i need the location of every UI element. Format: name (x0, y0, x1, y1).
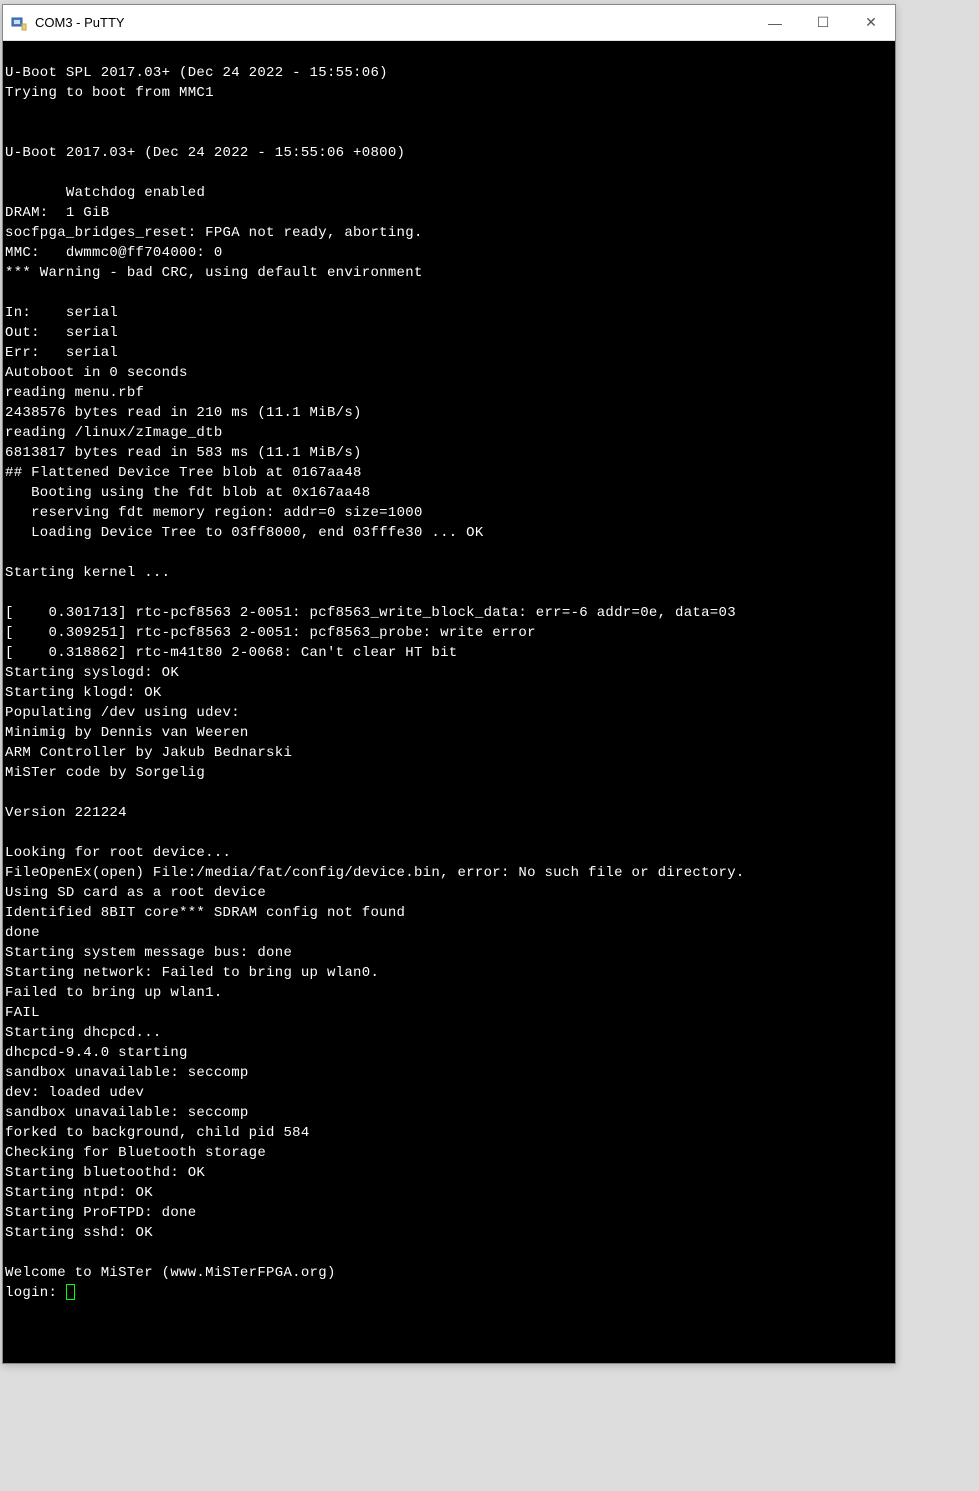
terminal-line: Starting kernel ... (5, 563, 893, 583)
terminal-line (5, 823, 893, 843)
terminal-cursor (66, 1284, 75, 1300)
terminal-line: DRAM: 1 GiB (5, 203, 893, 223)
terminal-line (5, 543, 893, 563)
terminal-line (5, 783, 893, 803)
login-prompt: login: (5, 1285, 66, 1301)
terminal-line: MiSTer code by Sorgelig (5, 763, 893, 783)
terminal-line: *** Warning - bad CRC, using default env… (5, 263, 893, 283)
terminal-line: Minimig by Dennis van Weeren (5, 723, 893, 743)
terminal-line: FileOpenEx(open) File:/media/fat/config/… (5, 863, 893, 883)
terminal-line: 2438576 bytes read in 210 ms (11.1 MiB/s… (5, 403, 893, 423)
terminal-line (5, 43, 893, 63)
terminal-line: [ 0.309251] rtc-pcf8563 2-0051: pcf8563_… (5, 623, 893, 643)
terminal-line: Booting using the fdt blob at 0x167aa48 (5, 483, 893, 503)
terminal-line: Watchdog enabled (5, 183, 893, 203)
terminal-line: FAIL (5, 1003, 893, 1023)
terminal-line: MMC: dwmmc0@ff704000: 0 (5, 243, 893, 263)
terminal-line (5, 103, 893, 123)
terminal-line: reading menu.rbf (5, 383, 893, 403)
terminal-line (5, 283, 893, 303)
terminal-line: done (5, 923, 893, 943)
terminal-line: Starting ntpd: OK (5, 1183, 893, 1203)
minimize-button[interactable]: — (751, 5, 799, 41)
terminal-line: Identified 8BIT core*** SDRAM config not… (5, 903, 893, 923)
putty-window: COM3 - PuTTY — ☐ ✕ U-Boot SPL 2017.03+ (… (2, 4, 896, 1364)
terminal-line: U-Boot 2017.03+ (Dec 24 2022 - 15:55:06 … (5, 143, 893, 163)
terminal-line: reserving fdt memory region: addr=0 size… (5, 503, 893, 523)
maximize-button[interactable]: ☐ (799, 5, 847, 41)
terminal-line (5, 1243, 893, 1263)
terminal-line: Err: serial (5, 343, 893, 363)
terminal-line: ARM Controller by Jakub Bednarski (5, 743, 893, 763)
terminal-line: Autoboot in 0 seconds (5, 363, 893, 383)
terminal-line: sandbox unavailable: seccomp (5, 1103, 893, 1123)
terminal-line: Loading Device Tree to 03ff8000, end 03f… (5, 523, 893, 543)
terminal-line: Starting system message bus: done (5, 943, 893, 963)
terminal-line: Starting dhcpcd... (5, 1023, 893, 1043)
terminal-line: Looking for root device... (5, 843, 893, 863)
terminal-line (5, 123, 893, 143)
terminal-line: Starting syslogd: OK (5, 663, 893, 683)
window-controls: — ☐ ✕ (751, 5, 895, 41)
terminal-line: [ 0.318862] rtc-m41t80 2-0068: Can't cle… (5, 643, 893, 663)
login-prompt-line[interactable]: login: (5, 1283, 893, 1303)
terminal-line: Version 221224 (5, 803, 893, 823)
terminal-line: Failed to bring up wlan1. (5, 983, 893, 1003)
terminal-line: [ 0.301713] rtc-pcf8563 2-0051: pcf8563_… (5, 603, 893, 623)
terminal-line: Populating /dev using udev: (5, 703, 893, 723)
terminal-line: 6813817 bytes read in 583 ms (11.1 MiB/s… (5, 443, 893, 463)
terminal-line: U-Boot SPL 2017.03+ (Dec 24 2022 - 15:55… (5, 63, 893, 83)
terminal-line: Starting ProFTPD: done (5, 1203, 893, 1223)
terminal-line: dev: loaded udev (5, 1083, 893, 1103)
window-title: COM3 - PuTTY (35, 15, 751, 30)
terminal-line (5, 583, 893, 603)
putty-icon (11, 15, 27, 31)
terminal-area[interactable]: U-Boot SPL 2017.03+ (Dec 24 2022 - 15:55… (3, 41, 895, 1363)
terminal-line: sandbox unavailable: seccomp (5, 1063, 893, 1083)
terminal-line: Checking for Bluetooth storage (5, 1143, 893, 1163)
terminal-line: forked to background, child pid 584 (5, 1123, 893, 1143)
titlebar[interactable]: COM3 - PuTTY — ☐ ✕ (3, 5, 895, 41)
terminal-line: Starting klogd: OK (5, 683, 893, 703)
terminal-line: In: serial (5, 303, 893, 323)
terminal-line: Starting network: Failed to bring up wla… (5, 963, 893, 983)
terminal-line: ## Flattened Device Tree blob at 0167aa4… (5, 463, 893, 483)
terminal-line: Starting bluetoothd: OK (5, 1163, 893, 1183)
terminal-line: Using SD card as a root device (5, 883, 893, 903)
terminal-line: dhcpcd-9.4.0 starting (5, 1043, 893, 1063)
terminal-line (5, 163, 893, 183)
terminal-line: Out: serial (5, 323, 893, 343)
terminal-line: Starting sshd: OK (5, 1223, 893, 1243)
terminal-line: reading /linux/zImage_dtb (5, 423, 893, 443)
terminal-line: Welcome to MiSTer (www.MiSTerFPGA.org) (5, 1263, 893, 1283)
close-button[interactable]: ✕ (847, 5, 895, 41)
terminal-line: socfpga_bridges_reset: FPGA not ready, a… (5, 223, 893, 243)
terminal-line: Trying to boot from MMC1 (5, 83, 893, 103)
